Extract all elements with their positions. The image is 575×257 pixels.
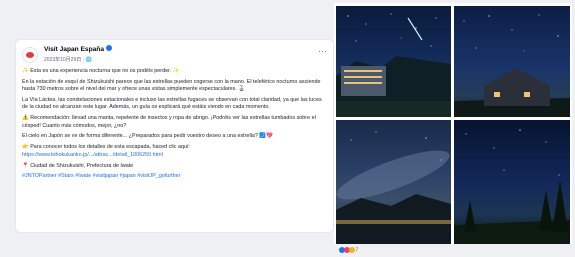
reactions-bar[interactable]: 7 xyxy=(339,247,358,253)
photo-milky-way-valley[interactable] xyxy=(336,120,451,244)
starry-sky-house-icon xyxy=(454,14,570,117)
milky-way-valley-icon xyxy=(336,131,451,244)
post-timestamp[interactable]: 2023年10月29日 · 🌐 xyxy=(44,56,92,63)
page-avatar[interactable] xyxy=(22,47,38,63)
photo-starry-sky-house[interactable] xyxy=(454,6,570,117)
post-header: Visit Japan España 2023年10月29日 · 🌐 ··· xyxy=(20,44,329,66)
post-card: Visit Japan España 2023年10月29日 · 🌐 ··· ✨… xyxy=(16,40,333,232)
photo-starry-sky-building[interactable] xyxy=(336,6,451,117)
photo-starry-sky-trees[interactable] xyxy=(454,120,570,244)
post-paragraph-3: La Vía Láctea, las constelaciones estaci… xyxy=(22,97,322,111)
post-text: ✨ Esta es una experiencia nocturna que n… xyxy=(22,68,326,184)
post-link[interactable]: https://www.tohokukanko.jp/.../attrac...… xyxy=(22,152,326,159)
more-options-icon[interactable]: ··· xyxy=(318,47,327,56)
post-paragraph-6: 👉 Para conocer todos los detalles de est… xyxy=(22,144,190,151)
post-paragraph-2: En la estación de esquí de Shizukuishi p… xyxy=(22,78,321,93)
photo-collage xyxy=(334,3,572,244)
post-paragraph-4: ⚠️ Recomendación: llevad una manta, repe… xyxy=(22,115,316,129)
page-name[interactable]: Visit Japan España xyxy=(44,46,104,53)
reactions-count: 7 xyxy=(355,247,359,254)
starry-sky-trees-icon xyxy=(454,129,570,244)
post-location: 📍 Ciudad de Shizukuishi, Prefectura de I… xyxy=(22,162,134,169)
starry-sky-building-icon xyxy=(336,13,451,117)
post-paragraph-1: ✨ Esta es una experiencia nocturna que n… xyxy=(22,68,180,74)
verified-badge-icon xyxy=(105,45,112,52)
post-paragraph-5: El cielo en Japón se ve de forma diferen… xyxy=(22,133,273,140)
post-hashtags[interactable]: #JNTOPartner #Stars #Iwate #visitjapan #… xyxy=(22,173,326,180)
page-name-link[interactable]: Visit Japan España xyxy=(44,45,112,53)
